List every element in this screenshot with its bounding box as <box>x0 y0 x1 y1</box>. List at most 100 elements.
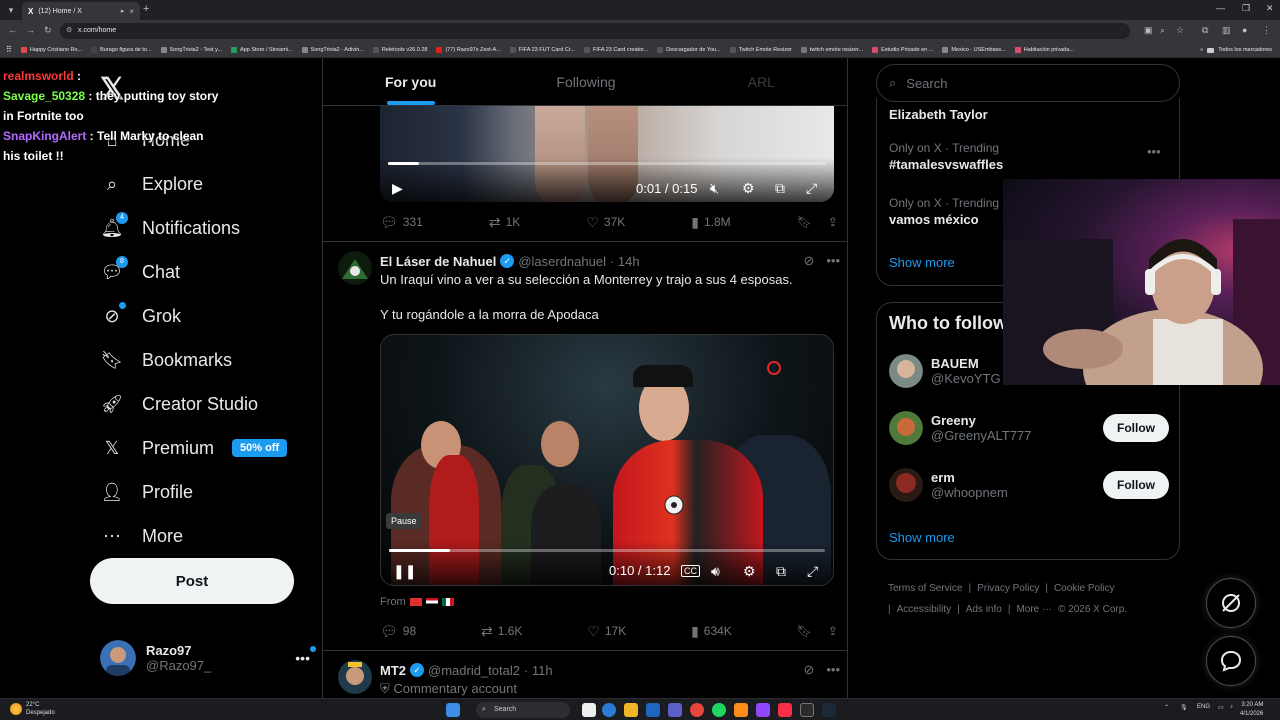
nav-item-bookmarks[interactable]: 🔖︎ Bookmarks <box>100 340 232 380</box>
author-handle[interactable]: @madrid_total2 <box>428 663 520 678</box>
video-progress-bar[interactable] <box>388 162 826 165</box>
tab-for-you[interactable]: For you <box>323 58 498 105</box>
footer-link[interactable]: Ads info <box>966 604 1002 615</box>
browser-menu-icon[interactable]: ⋮ <box>1262 25 1271 36</box>
bookmark-item[interactable]: Twitch Emote Resizer <box>729 46 792 53</box>
nav-item-premium[interactable]: 𝕏 Premium 50% off <box>100 428 288 468</box>
more-dots-icon[interactable]: ••• <box>295 646 316 666</box>
extensions-icon[interactable]: ⧉ <box>1202 25 1208 36</box>
forward-icon[interactable]: → <box>26 25 35 35</box>
reload-icon[interactable]: ↻ <box>44 25 52 36</box>
tab-search-icon[interactable]: ▾ <box>4 3 18 17</box>
bookmark-item[interactable]: Reletools v26.0.28 <box>372 46 427 53</box>
share-icon[interactable]: ⇪ <box>828 215 838 229</box>
trend-more-icon[interactable]: ••• <box>1147 144 1161 159</box>
post-more-icon[interactable]: ••• <box>826 662 840 678</box>
post2-video[interactable]: Pause ❚❚ 0:10 / 1:12 CC 🔊︎ ⚙ ⧉ ⤢ <box>380 334 834 586</box>
nav-item-creator-studio[interactable]: 🚀︎ Creator Studio <box>100 384 259 424</box>
nav-item-explore[interactable]: ⌕ Explore <box>100 164 203 204</box>
footer-link[interactable]: Cookie Policy <box>1054 583 1115 594</box>
minimize-icon[interactable]: — <box>1216 3 1225 13</box>
store-icon[interactable] <box>646 703 660 717</box>
nav-item-more[interactable]: ⋯ More <box>100 516 183 556</box>
pause-icon[interactable]: ❚❚ <box>393 563 416 580</box>
address-bar[interactable]: ⚙ x.com/home <box>60 23 1130 39</box>
footer-link[interactable]: More ··· <box>1016 604 1052 615</box>
nav-item-notifications[interactable]: 🔔︎ 4 Notifications <box>100 208 240 248</box>
cast-icon[interactable]: ▣ <box>1144 25 1153 36</box>
app-icon[interactable] <box>800 703 814 717</box>
bookmark-item[interactable]: SongTrivia2 - Adivin... <box>301 46 364 53</box>
tab-audio-icon[interactable]: ▸ <box>121 7 125 15</box>
browser-tab[interactable]: X (12) Home / X ▸ × <box>22 2 140 20</box>
author-handle[interactable]: @laserdnahuel <box>518 254 606 269</box>
trend-item[interactable]: Elizabeth Taylor <box>889 105 988 122</box>
nav-item-chat[interactable]: 💬︎ 8 Chat <box>100 252 180 292</box>
footer-link[interactable]: Privacy Policy <box>977 583 1039 594</box>
follow-button[interactable]: Follow <box>1103 414 1169 442</box>
settings-icon[interactable]: ⚙ <box>742 180 755 197</box>
steam-icon[interactable] <box>822 703 836 717</box>
fullscreen-icon[interactable]: ⤢ <box>806 180 817 197</box>
bookmark-post-icon[interactable]: 🔖︎ <box>797 215 812 229</box>
grok-fab[interactable] <box>1206 578 1256 628</box>
apps-icon[interactable]: ⠿ <box>6 45 12 54</box>
search-input[interactable]: ⌕ Search <box>876 64 1180 102</box>
repost-button[interactable]: ⇄ 1K <box>489 214 520 231</box>
post2-avatar[interactable] <box>338 251 372 285</box>
bookmark-item[interactable]: SongTrivia2 - Test y... <box>160 46 222 53</box>
views-button[interactable]: ▮ 1.8M <box>691 214 730 231</box>
maximize-icon[interactable]: ❐ <box>1242 3 1250 14</box>
edge-icon[interactable] <box>602 703 616 717</box>
clock[interactable]: 3:20 AM 4/1/2026 <box>1240 701 1263 719</box>
taskbar-search[interactable]: ⌕ Search <box>476 702 570 718</box>
settings-icon[interactable]: ⚙ <box>743 563 756 580</box>
bookmark-star-icon[interactable]: ☆ <box>1176 25 1184 36</box>
tab-close-icon[interactable]: × <box>129 7 134 16</box>
music-icon[interactable] <box>778 703 792 717</box>
account-switcher[interactable]: Razo97 @Razo97_ ••• <box>100 638 316 678</box>
chrome-icon[interactable] <box>690 703 704 717</box>
bookmark-item[interactable]: FIFA 23 Card creator... <box>583 46 648 53</box>
follow-suggestion[interactable]: erm @whoopnem Follow <box>889 465 1169 505</box>
close-window-icon[interactable]: ✕ <box>1266 3 1274 14</box>
tray-chevron-icon[interactable]: ⌃ <box>1164 704 1169 711</box>
follow-suggestion[interactable]: Greeny @GreenyALT777 Follow <box>889 408 1169 448</box>
grok-explain-icon[interactable]: ⊘ <box>803 662 814 678</box>
network-icon[interactable]: ▭ <box>1218 704 1224 711</box>
post-more-icon[interactable]: ••• <box>826 253 840 269</box>
fullscreen-icon[interactable]: ⤢ <box>807 563 818 580</box>
site-info-icon[interactable]: ⚙ <box>66 23 72 39</box>
start-icon[interactable] <box>446 703 460 717</box>
show-more-link[interactable]: Show more <box>889 530 955 545</box>
bookmark-item[interactable]: Mexico - USEmbass... <box>942 46 1006 53</box>
tab-following[interactable]: Following <box>498 58 673 105</box>
nav-item-grok[interactable]: ⊘ Grok <box>100 296 181 336</box>
play-icon[interactable]: ▶ <box>392 180 403 197</box>
new-tab-icon[interactable]: + <box>143 3 149 15</box>
bookmark-item[interactable]: Habitación privada... <box>1014 46 1074 53</box>
trend-item[interactable]: Only on X · Trending #tamalesvswaffles <box>889 141 1003 172</box>
split-icon[interactable]: ▥ <box>1222 25 1231 36</box>
post3[interactable]: MT2 ✓ @madrid_total2 · 11h ⊘ ••• ⛨ Comme… <box>323 660 847 698</box>
author-name[interactable]: El Láser de Nahuel <box>380 254 496 269</box>
all-bookmarks-folder[interactable]: » Todos los marcadores <box>1200 42 1272 57</box>
follow-button[interactable]: Follow <box>1103 471 1169 499</box>
like-button[interactable]: ♡ 17K <box>587 623 626 640</box>
bookmark-item[interactable]: Estudio Privado en ... <box>872 46 933 53</box>
pip-icon[interactable]: ⧉ <box>776 563 786 580</box>
share-icon[interactable]: ⇪ <box>828 624 838 638</box>
nav-item-profile[interactable]: 👤︎ Profile <box>100 472 193 512</box>
messages-fab[interactable] <box>1206 636 1256 686</box>
bookmark-item[interactable]: twitch emote resizer... <box>800 46 863 53</box>
bookmark-post-icon[interactable]: 🔖︎ <box>797 624 812 638</box>
repost-button[interactable]: ⇄ 1.6K <box>481 623 522 640</box>
bookmark-item[interactable]: Burago figura de to... <box>91 46 152 53</box>
bookmark-item[interactable]: Happy Cristiano Ro... <box>20 46 82 53</box>
like-button[interactable]: ♡ 37K <box>586 214 625 231</box>
mic-icon[interactable]: 🎙︎ <box>1180 704 1188 711</box>
tab-arl[interactable]: ARL <box>674 58 847 105</box>
reply-button[interactable]: 💬︎ 98 <box>380 623 416 640</box>
back-icon[interactable]: ← <box>8 25 17 35</box>
weather-widget[interactable]: 22°C Despejado <box>10 701 55 717</box>
